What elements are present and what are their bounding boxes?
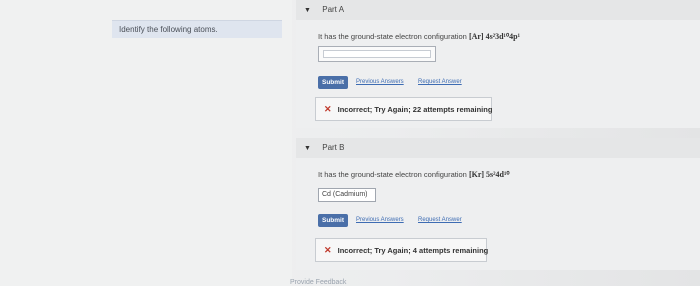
- part-b-answer-input[interactable]: Cd (Cadmium): [318, 188, 376, 202]
- part-a-header[interactable]: ▼ Part A: [296, 0, 700, 20]
- part-a-question-text: It has the ground-state electron configu…: [318, 32, 467, 41]
- part-a-feedback-text: Incorrect; Try Again; 22 attempts remain…: [337, 105, 493, 114]
- part-b-question: It has the ground-state electron configu…: [318, 170, 510, 179]
- part-b-feedback: ✕ Incorrect; Try Again; 4 attempts remai…: [315, 238, 489, 262]
- caret-down-icon[interactable]: ▼: [304, 1, 314, 21]
- part-b-question-text: It has the ground-state electron configu…: [318, 170, 467, 179]
- page: Identify the following atoms. ▼ Part A I…: [0, 0, 700, 286]
- provide-feedback-link[interactable]: Provide Feedback: [290, 279, 346, 286]
- part-a-title: Part A: [322, 5, 345, 14]
- part-b-previous-answers-link[interactable]: Previous Answers: [356, 214, 404, 227]
- caret-down-icon[interactable]: ▼: [304, 139, 314, 159]
- part-b-feedback-text: Incorrect; Try Again; 4 attempts remaini…: [337, 246, 489, 255]
- x-mark-icon: ✕: [324, 245, 332, 255]
- part-b-title: Part B: [322, 143, 345, 152]
- instructions-column: Identify the following atoms.: [0, 0, 292, 286]
- x-mark-icon: ✕: [324, 104, 332, 114]
- part-a-feedback: ✕ Incorrect; Try Again; 22 attempts rema…: [315, 97, 492, 121]
- part-a-question: It has the ground-state electron configu…: [318, 32, 520, 41]
- part-b-configuration: [Kr] 5s²4d¹⁰: [468, 170, 510, 179]
- instruction-text: Identify the following atoms.: [112, 20, 282, 38]
- part-b-submit-button[interactable]: Submit: [318, 214, 348, 227]
- part-a-configuration: [Ar] 4s²3d¹⁰4p¹: [468, 32, 521, 41]
- part-b-request-answer-link[interactable]: Request Answer: [418, 214, 462, 227]
- part-a-previous-answers-link[interactable]: Previous Answers: [356, 76, 404, 89]
- part-a-answer-field[interactable]: [323, 50, 431, 58]
- part-a-request-answer-link[interactable]: Request Answer: [418, 76, 462, 89]
- part-a-submit-button[interactable]: Submit: [318, 76, 348, 89]
- part-b-header[interactable]: ▼ Part B: [296, 138, 700, 158]
- part-a-answer-input[interactable]: [318, 46, 436, 62]
